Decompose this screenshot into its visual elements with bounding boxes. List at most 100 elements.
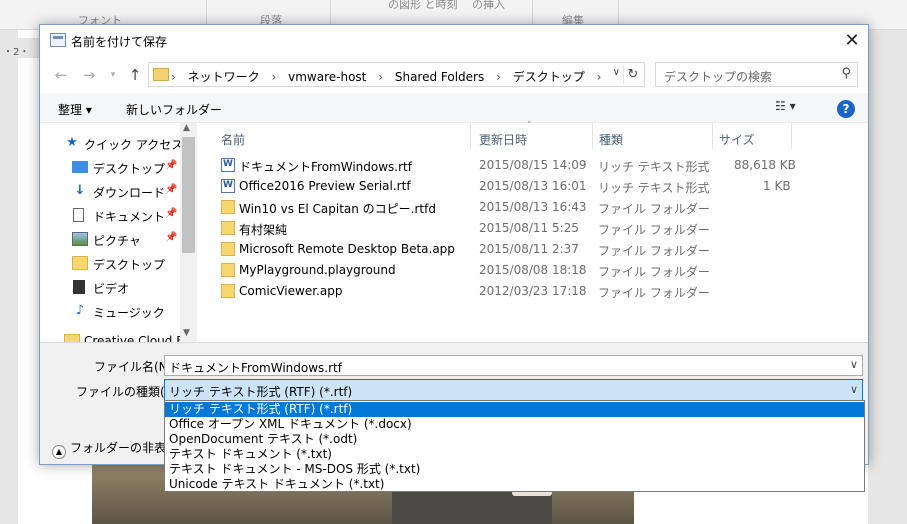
- search-box[interactable]: デスクトップの検索 ⚲: [655, 62, 858, 87]
- breadcrumb-item-vmware-host[interactable]: vmware-host: [288, 70, 366, 84]
- breadcrumb-chevron-icon[interactable]: ›: [171, 70, 176, 84]
- download-icon: ↓: [74, 183, 86, 198]
- breadcrumb-item-network[interactable]: ネットワーク: [188, 70, 260, 84]
- file-row[interactable]: Office2016 Preview Serial.rtf 2015/08/13…: [197, 176, 868, 197]
- filetype-option-docx[interactable]: Office オープン XML ドキュメント (*.docx): [165, 417, 864, 432]
- scroll-down-icon[interactable]: ▼: [183, 328, 190, 338]
- address-bar[interactable]: › ネットワーク › vmware-host › Shared Folders …: [148, 62, 645, 87]
- column-separator[interactable]: [791, 123, 792, 149]
- navigation-pane: ★ クイック アクセス デスクトップ 📌 ↓ ダウンロード 📌 ドキュメント 📌…: [40, 123, 197, 342]
- navigation-scrollbar[interactable]: ▲ ▼: [180, 123, 197, 342]
- close-button[interactable]: ✕: [840, 29, 864, 53]
- sidebar-item-label: ビデオ: [93, 282, 130, 296]
- file-row[interactable]: Microsoft Remote Desktop Beta.app 2015/0…: [197, 239, 868, 260]
- breadcrumb-chevron-icon[interactable]: ›: [378, 70, 383, 84]
- file-row[interactable]: MyPlayground.playground 2015/08/08 18:18…: [197, 260, 868, 281]
- document-icon: [73, 208, 84, 222]
- column-header-name[interactable]: 名前: [215, 123, 469, 149]
- pin-icon[interactable]: 📌: [165, 184, 177, 195]
- filename-field[interactable]: ドキュメントFromWindows.rtf ∨: [164, 355, 863, 376]
- pin-icon[interactable]: 📌: [165, 160, 177, 171]
- filetype-option-odt[interactable]: OpenDocument テキスト (*.odt): [165, 432, 864, 447]
- sidebar-item-label: ダウンロード: [93, 186, 166, 200]
- file-name: ComicViewer.app: [239, 284, 343, 298]
- back-arrow-icon[interactable]: ←: [50, 65, 72, 85]
- sidebar-item-label: クイック アクセス: [84, 138, 184, 152]
- column-header-size[interactable]: サイズ: [713, 123, 791, 149]
- file-date: 2012/03/23 17:18: [479, 284, 587, 298]
- organize-button[interactable]: 整理 ▾: [58, 101, 92, 118]
- filename-dropdown-icon[interactable]: ∨: [850, 358, 858, 371]
- sidebar-item-desktop-folder[interactable]: デスクトップ: [40, 251, 180, 275]
- filetype-option-msdos-txt[interactable]: テキスト ドキュメント - MS-DOS 形式 (*.txt): [165, 462, 864, 477]
- breadcrumb-chevron-icon[interactable]: ›: [496, 70, 501, 84]
- scroll-up-icon[interactable]: ▲: [183, 123, 190, 133]
- file-date: 2015/08/15 14:09: [479, 158, 587, 172]
- breadcrumb-chevron-icon[interactable]: ›: [597, 70, 602, 84]
- filetype-select[interactable]: リッチ テキスト形式 (RTF) (*.rtf) ∨: [164, 379, 863, 401]
- file-type: リッチ テキスト形式: [598, 160, 710, 174]
- scrollbar-thumb[interactable]: [182, 137, 195, 253]
- filename-value: ドキュメントFromWindows.rtf: [169, 361, 342, 375]
- folder-icon: [153, 68, 169, 81]
- pin-icon[interactable]: 📌: [165, 208, 177, 219]
- file-row[interactable]: ComicViewer.app 2012/03/23 17:18 ファイル フォ…: [197, 281, 868, 302]
- sidebar-item-pictures[interactable]: ピクチャ 📌: [40, 227, 180, 251]
- breadcrumb-item-desktop[interactable]: デスクトップ: [513, 70, 585, 84]
- help-icon[interactable]: ?: [837, 100, 855, 118]
- file-list: 名前 更新日時 ˅ 種類 サイズ ドキュメントFromWindows.rtf 2…: [197, 121, 868, 342]
- file-row[interactable]: Win10 vs El Capitan のコピー.rtfd 2015/08/13…: [197, 197, 868, 218]
- chevron-up-icon: ▲: [52, 445, 66, 459]
- file-row[interactable]: ドキュメントFromWindows.rtf 2015/08/15 14:09 リ…: [197, 155, 868, 176]
- file-row[interactable]: 有村架純 2015/08/11 5:25 ファイル フォルダー: [197, 218, 868, 239]
- breadcrumb-chevron-icon[interactable]: ›: [271, 70, 276, 84]
- ribbon-item-shapes-time[interactable]: の図形 と時刻: [388, 0, 458, 12]
- file-name: 有村架純: [239, 223, 288, 237]
- filetype-option-rtf[interactable]: リッチ テキスト形式 (RTF) (*.rtf): [165, 402, 864, 417]
- ribbon-item-insert-object[interactable]: の挿入: [472, 0, 505, 12]
- pin-icon[interactable]: 📌: [165, 232, 177, 243]
- sidebar-item-label: ドキュメント: [93, 210, 166, 224]
- sidebar-item-label: デスクトップ: [93, 162, 166, 176]
- sidebar-item-label: ミュージック: [93, 306, 165, 320]
- search-placeholder: デスクトップの検索: [664, 70, 773, 84]
- sidebar-item-videos[interactable]: ビデオ: [40, 275, 180, 299]
- rtf-document-icon: [221, 179, 235, 193]
- recent-locations-chevron-icon[interactable]: ▾: [102, 65, 124, 85]
- sidebar-item-label: ピクチャ: [93, 234, 141, 248]
- file-type: ファイル フォルダー: [598, 202, 710, 216]
- column-header-type[interactable]: 種類: [593, 123, 711, 149]
- sidebar-item-desktop[interactable]: デスクトップ 📌: [40, 155, 180, 179]
- sort-chevron-icon: ˅: [527, 121, 532, 131]
- video-icon: [73, 280, 85, 294]
- sidebar-item-documents[interactable]: ドキュメント 📌: [40, 203, 180, 227]
- filetype-option-unicode-txt[interactable]: Unicode テキスト ドキュメント (*.txt): [165, 477, 864, 492]
- sidebar-item-creative-cloud[interactable]: Creative Cloud Fil: [40, 329, 189, 342]
- star-icon: ★: [66, 135, 78, 150]
- new-folder-button[interactable]: 新しいフォルダー: [126, 101, 222, 118]
- filetype-option-txt[interactable]: テキスト ドキュメント (*.txt): [165, 447, 864, 462]
- file-name: ドキュメントFromWindows.rtf: [239, 160, 412, 174]
- file-date: 2015/08/08 18:18: [479, 263, 587, 277]
- folder-icon: [221, 263, 235, 277]
- sidebar-item-quick-access[interactable]: ★ クイック アクセス: [40, 131, 184, 155]
- view-options-icon[interactable]: ☷ ▾: [775, 99, 796, 113]
- folder-icon: [221, 221, 235, 235]
- navigation-row: ← → ▾ ↑ › ネットワーク › vmware-host › Shared …: [40, 57, 868, 93]
- breadcrumb-item-shared-folders[interactable]: Shared Folders: [395, 70, 484, 84]
- sidebar-item-downloads[interactable]: ↓ ダウンロード 📌: [40, 179, 180, 203]
- hide-folders-button[interactable]: ▲ フォルダーの非表示: [52, 439, 178, 459]
- file-name: Microsoft Remote Desktop Beta.app: [239, 242, 455, 256]
- up-arrow-icon[interactable]: ↑: [124, 65, 146, 85]
- refresh-icon[interactable]: ↻: [623, 65, 642, 84]
- filetype-dropdown-icon[interactable]: ∨: [850, 383, 858, 396]
- rtf-document-icon: [221, 158, 235, 172]
- sidebar-item-music[interactable]: ♪ ミュージック: [40, 299, 180, 323]
- forward-arrow-icon[interactable]: →: [78, 65, 100, 85]
- folder-icon: [72, 256, 88, 270]
- column-header-date[interactable]: 更新日時: [473, 123, 591, 149]
- column-separator[interactable]: [470, 123, 471, 149]
- save-as-dialog: 名前を付けて保存 ✕ ← → ▾ ↑ › ネットワーク › vmware-hos…: [39, 24, 869, 465]
- breadcrumb: › ネットワーク › vmware-host › Shared Folders …: [171, 68, 609, 85]
- address-dropdown-icon[interactable]: ∨: [613, 67, 620, 78]
